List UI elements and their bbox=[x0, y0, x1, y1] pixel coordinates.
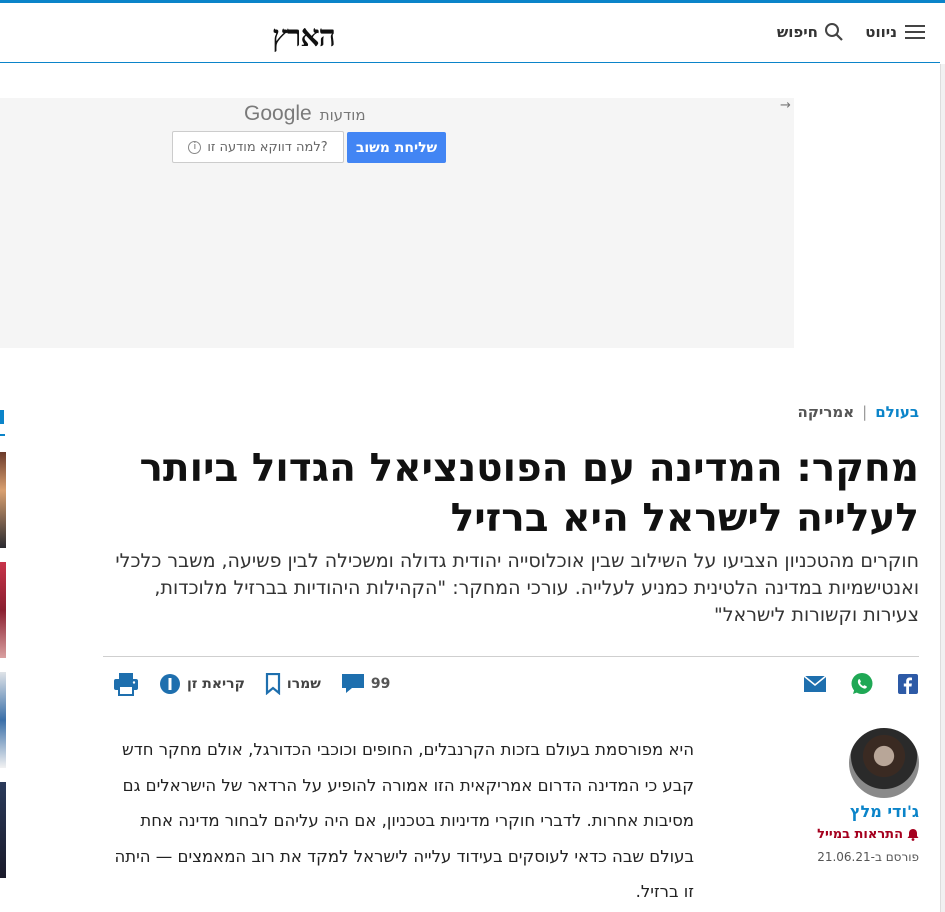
article-body: היא מפורסמת בעולם בזכות הקרנבלים, החופים… bbox=[114, 740, 694, 901]
page-scrollbar[interactable] bbox=[940, 64, 945, 912]
search-icon bbox=[825, 23, 843, 41]
google-logo: Google bbox=[244, 102, 312, 125]
zen-reading-button[interactable]: קריאת זן bbox=[159, 673, 245, 695]
email-alerts-button[interactable]: התראות במייל bbox=[809, 827, 919, 842]
author-box: ג'ודי מלץ התראות במייל פורסם ב-21.06.21 bbox=[809, 728, 919, 864]
email-alerts-label: התראות במייל bbox=[817, 827, 903, 842]
why-this-ad-button[interactable]: ?למה דווקא מודעה זו i bbox=[172, 131, 344, 163]
facebook-icon[interactable] bbox=[897, 672, 919, 696]
info-icon: i bbox=[188, 140, 202, 154]
breadcrumb-item-world[interactable]: בעולם bbox=[875, 403, 919, 421]
arrow-right-icon[interactable]: → bbox=[780, 98, 791, 113]
breadcrumb: בעולם | אמריקה bbox=[798, 403, 919, 421]
search-label: חיפוש bbox=[776, 23, 818, 41]
search-button[interactable]: חיפוש bbox=[777, 22, 844, 42]
save-label: שמרו bbox=[286, 676, 321, 692]
publish-date: פורסם ב-21.06.21 bbox=[817, 850, 919, 864]
comment-icon bbox=[341, 674, 364, 693]
author-name[interactable]: ג'ודי מלץ bbox=[809, 802, 919, 821]
divider bbox=[103, 656, 919, 657]
share-buttons bbox=[803, 672, 919, 696]
site-logo[interactable]: הארץ bbox=[272, 19, 336, 54]
article-tools: קריאת זן שמרו 99 bbox=[113, 672, 390, 696]
breadcrumb-separator: | bbox=[862, 403, 868, 421]
article-title: מחקר: המדינה עם הפוטנציאל הגדול ביותר לע… bbox=[139, 446, 919, 541]
article-toolbar: קריאת זן שמרו 99 bbox=[103, 666, 919, 706]
side-rail-thumb[interactable] bbox=[0, 782, 6, 878]
mail-icon[interactable] bbox=[803, 672, 827, 696]
bookmark-icon bbox=[265, 673, 281, 695]
side-rail-thumb[interactable] bbox=[0, 672, 6, 768]
side-rail-tab[interactable] bbox=[0, 410, 5, 436]
ad-label-row: Google מודעות bbox=[244, 102, 366, 126]
avatar[interactable] bbox=[849, 728, 919, 798]
comments-count: 99 bbox=[370, 676, 391, 692]
save-button[interactable]: שמרו bbox=[265, 673, 321, 695]
comments-button[interactable]: 99 bbox=[341, 673, 390, 695]
why-this-ad-label: ?למה דווקא מודעה זו bbox=[207, 139, 328, 155]
menu-label: ניווט bbox=[865, 23, 897, 41]
print-icon[interactable] bbox=[113, 672, 139, 696]
bell-icon bbox=[907, 829, 919, 841]
side-rail-thumb[interactable] bbox=[0, 562, 6, 658]
send-feedback-button[interactable]: שליחת משוב bbox=[347, 132, 446, 163]
zen-reading-label: קריאת זן bbox=[187, 676, 245, 692]
ad-container: Google מודעות → שליחת משוב ?למה דווקא מו… bbox=[0, 98, 794, 348]
side-rail-thumb[interactable] bbox=[0, 452, 6, 548]
article-subtitle: חוקרים מהטכניון הצביעו על השילוב שבין או… bbox=[115, 550, 919, 626]
breadcrumb-item-america[interactable]: אמריקה bbox=[798, 403, 855, 421]
hamburger-icon bbox=[905, 25, 925, 39]
whatsapp-icon[interactable] bbox=[850, 672, 874, 696]
ads-label: מודעות bbox=[319, 106, 366, 124]
site-header: ניווט חיפוש הארץ bbox=[0, 3, 940, 63]
navigation-menu-button[interactable]: ניווט bbox=[865, 23, 925, 41]
zen-icon bbox=[160, 674, 180, 694]
